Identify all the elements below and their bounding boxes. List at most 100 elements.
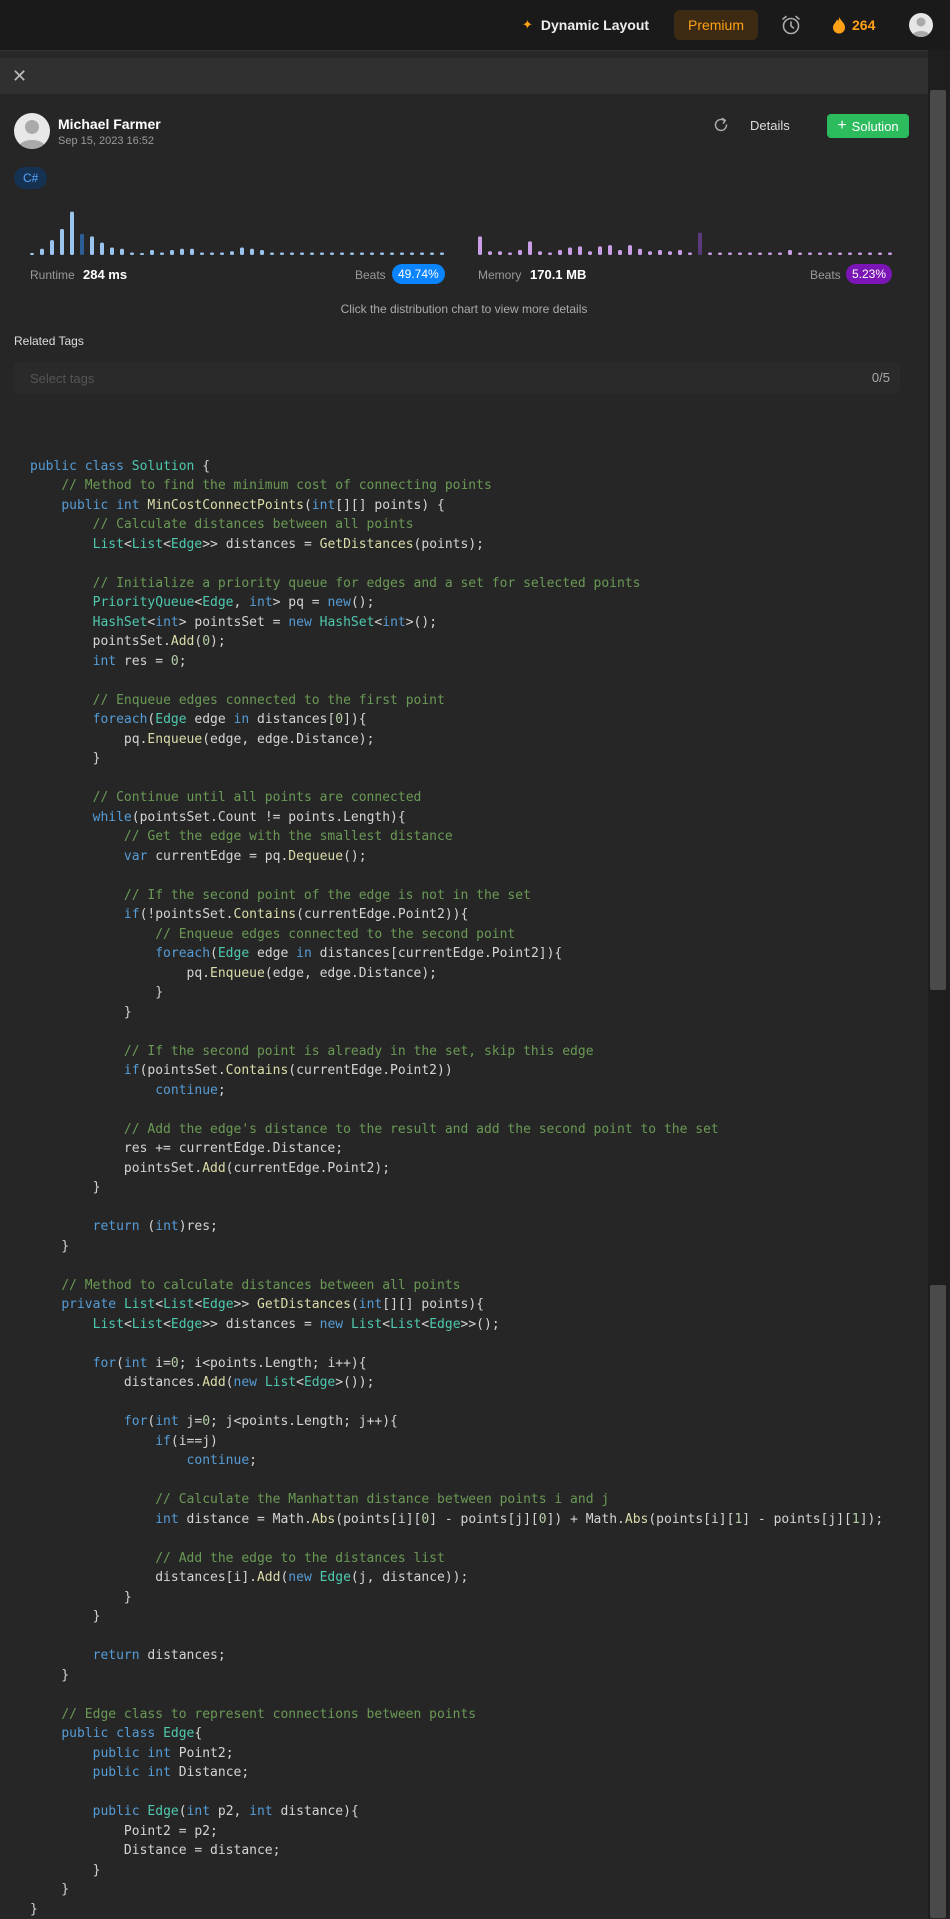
runtime-bar[interactable]: [100, 243, 104, 255]
memory-bar[interactable]: [748, 253, 752, 255]
details-button[interactable]: Details: [750, 116, 790, 136]
memory-bar[interactable]: [728, 253, 732, 255]
memory-bar[interactable]: [508, 253, 512, 255]
runtime-bar[interactable]: [90, 236, 94, 255]
memory-distribution-chart[interactable]: [478, 205, 894, 257]
runtime-bar[interactable]: [140, 253, 144, 255]
memory-bar[interactable]: [638, 249, 642, 255]
runtime-bar[interactable]: [430, 253, 434, 255]
runtime-bar[interactable]: [120, 249, 124, 255]
runtime-bar[interactable]: [380, 253, 384, 255]
runtime-bar[interactable]: [400, 253, 404, 255]
memory-bar[interactable]: [538, 251, 542, 255]
memory-bar[interactable]: [498, 251, 502, 255]
runtime-bar[interactable]: [130, 253, 134, 255]
runtime-bar[interactable]: [80, 234, 84, 255]
memory-bar[interactable]: [528, 241, 532, 255]
runtime-bar[interactable]: [350, 253, 354, 255]
memory-bar[interactable]: [848, 253, 852, 255]
premium-button[interactable]: Premium: [674, 10, 758, 40]
scrollbar-thumb-panel[interactable]: [930, 90, 946, 990]
memory-bar[interactable]: [888, 253, 892, 255]
runtime-bar[interactable]: [260, 250, 264, 255]
memory-bar[interactable]: [678, 250, 682, 255]
scrollbar-thumb-page[interactable]: [930, 1285, 946, 1918]
dynamic-layout-button[interactable]: ✦ Dynamic Layout: [522, 0, 649, 50]
memory-bar[interactable]: [588, 251, 592, 255]
memory-bar[interactable]: [578, 246, 582, 255]
streak-counter[interactable]: 264: [832, 0, 875, 50]
runtime-bar[interactable]: [160, 253, 164, 255]
memory-bar[interactable]: [788, 250, 792, 255]
runtime-bar[interactable]: [170, 250, 174, 255]
runtime-bar[interactable]: [270, 253, 274, 255]
memory-bar[interactable]: [688, 253, 692, 255]
memory-bar[interactable]: [698, 233, 702, 255]
memory-bar[interactable]: [668, 251, 672, 255]
runtime-bar[interactable]: [420, 253, 424, 255]
runtime-bar[interactable]: [70, 212, 74, 255]
author-name[interactable]: Michael Farmer: [58, 116, 161, 132]
runtime-bar[interactable]: [320, 253, 324, 255]
memory-bar[interactable]: [718, 253, 722, 255]
runtime-bar[interactable]: [280, 253, 284, 255]
memory-bar[interactable]: [808, 253, 812, 255]
runtime-bar[interactable]: [370, 253, 374, 255]
memory-bar[interactable]: [628, 245, 632, 255]
memory-bar[interactable]: [488, 251, 492, 255]
memory-bar[interactable]: [658, 250, 662, 255]
runtime-bar[interactable]: [60, 229, 64, 255]
runtime-bar[interactable]: [190, 249, 194, 255]
memory-bar[interactable]: [838, 253, 842, 255]
alarm-clock-button[interactable]: [780, 0, 802, 50]
memory-bar[interactable]: [818, 253, 822, 255]
memory-bar[interactable]: [738, 253, 742, 255]
runtime-bar[interactable]: [210, 253, 214, 255]
runtime-bar[interactable]: [180, 249, 184, 255]
memory-bar[interactable]: [878, 253, 882, 255]
memory-bar[interactable]: [478, 236, 482, 255]
memory-bar[interactable]: [608, 245, 612, 255]
runtime-distribution-chart[interactable]: [30, 205, 446, 257]
runtime-bar[interactable]: [390, 253, 394, 255]
runtime-bar[interactable]: [240, 248, 244, 255]
memory-bar[interactable]: [708, 253, 712, 255]
runtime-bar[interactable]: [50, 240, 54, 255]
runtime-bar[interactable]: [410, 253, 414, 255]
runtime-bar[interactable]: [300, 253, 304, 255]
memory-bar[interactable]: [618, 250, 622, 255]
runtime-bar[interactable]: [310, 253, 314, 255]
memory-bar[interactable]: [868, 253, 872, 255]
post-solution-button[interactable]: + Solution: [827, 114, 909, 138]
refresh-button[interactable]: [712, 116, 732, 136]
memory-bar[interactable]: [648, 251, 652, 255]
runtime-bar[interactable]: [330, 253, 334, 255]
runtime-bar[interactable]: [150, 250, 154, 255]
runtime-bar[interactable]: [30, 253, 34, 255]
runtime-bar[interactable]: [340, 253, 344, 255]
memory-bar[interactable]: [518, 250, 522, 255]
memory-bar[interactable]: [858, 253, 862, 255]
memory-bar[interactable]: [758, 253, 762, 255]
memory-bar[interactable]: [828, 253, 832, 255]
memory-bar[interactable]: [568, 248, 572, 255]
runtime-bar[interactable]: [110, 248, 114, 255]
close-icon[interactable]: ✕: [12, 66, 32, 86]
runtime-bar[interactable]: [440, 253, 444, 255]
tags-select[interactable]: Select tags 0/5: [14, 362, 900, 394]
memory-bar[interactable]: [558, 250, 562, 255]
memory-bar[interactable]: [798, 253, 802, 255]
author-avatar[interactable]: [14, 113, 50, 149]
code-block[interactable]: ​public class Solution { // Method to fi…: [30, 437, 883, 1919]
runtime-bar[interactable]: [360, 253, 364, 255]
memory-bar[interactable]: [778, 253, 782, 255]
runtime-bar[interactable]: [40, 249, 44, 255]
memory-bar[interactable]: [548, 253, 552, 255]
profile-avatar[interactable]: [909, 13, 933, 37]
runtime-bar[interactable]: [230, 251, 234, 255]
runtime-bar[interactable]: [200, 253, 204, 255]
runtime-bar[interactable]: [290, 253, 294, 255]
runtime-bar[interactable]: [220, 253, 224, 255]
memory-bar[interactable]: [768, 253, 772, 255]
memory-bar[interactable]: [598, 246, 602, 255]
